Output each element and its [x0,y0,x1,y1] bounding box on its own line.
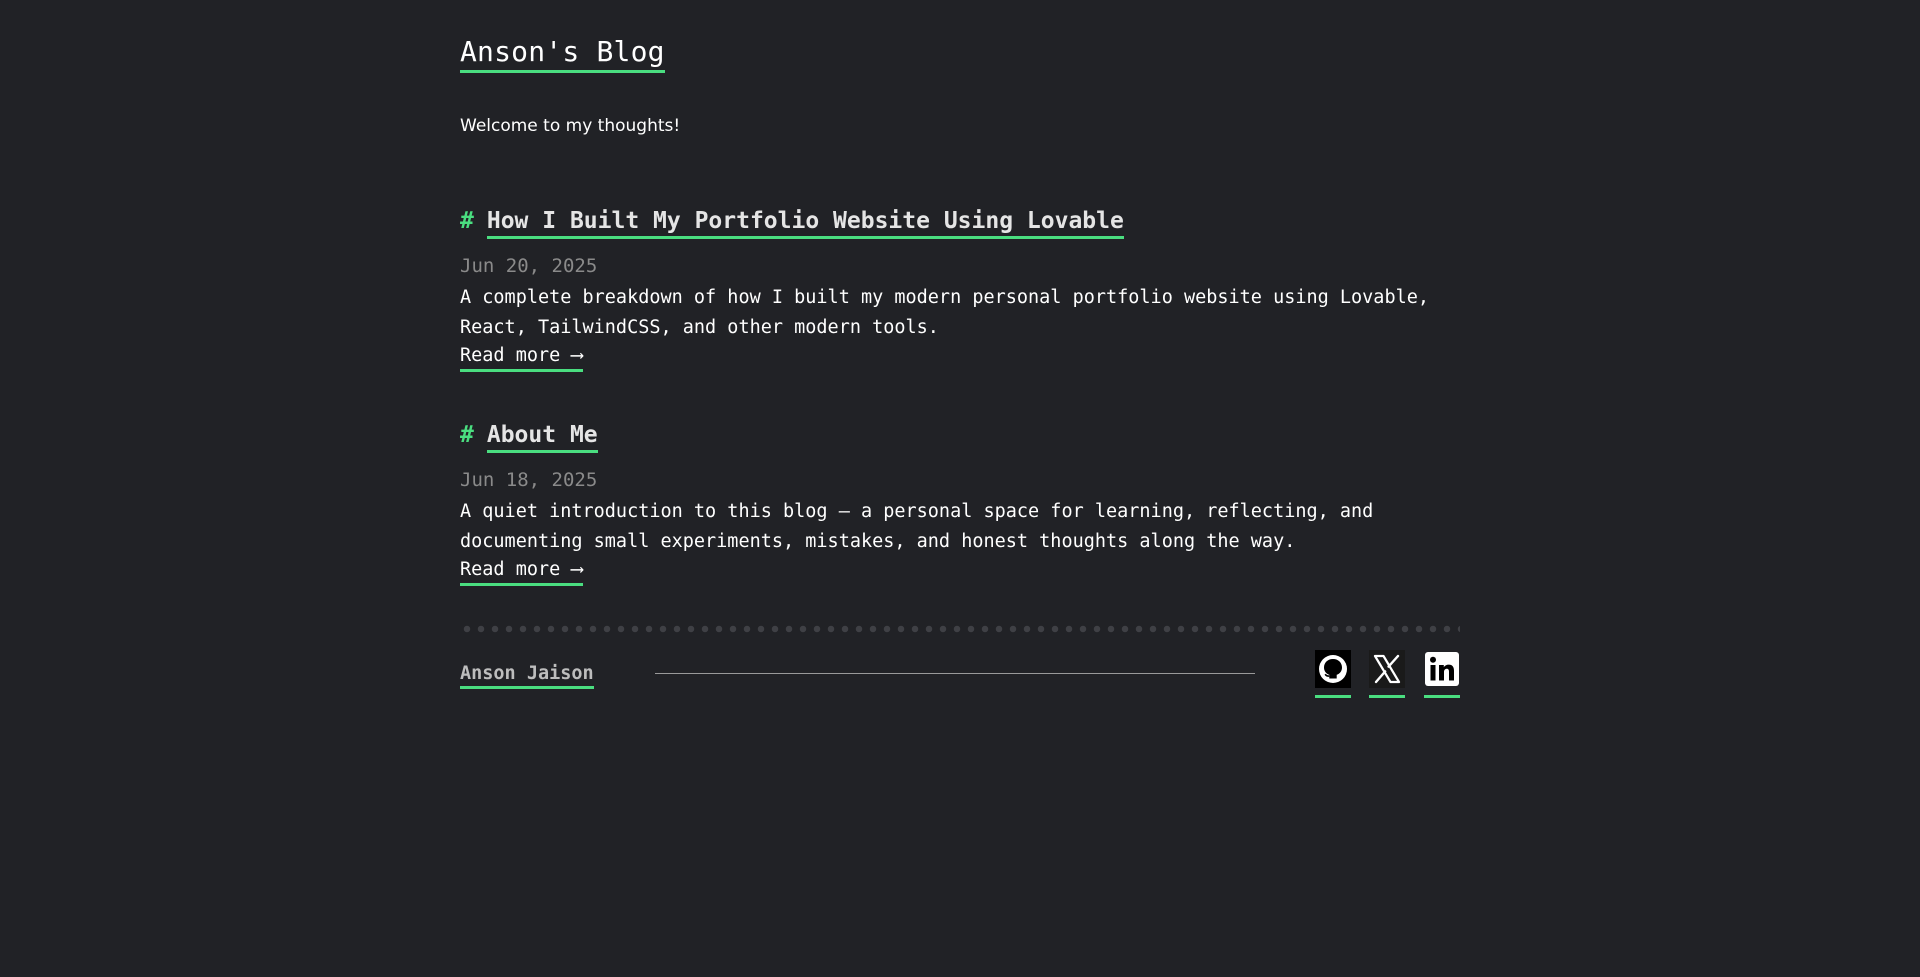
site-title-link[interactable]: Anson's Blog [460,34,665,73]
post-item: # About Me Jun 18, 2025 A quiet introduc… [460,420,1460,586]
dotted-divider [460,625,1460,633]
linkedin-link[interactable] [1424,650,1460,698]
footer-rule [655,673,1255,674]
read-more-link[interactable]: Read more ⟶ [460,557,583,586]
tagline: Welcome to my thoughts! [460,116,681,136]
post-excerpt: A complete breakdown of how I built my m… [460,287,1430,338]
post-date: Jun 18, 2025 [460,469,598,491]
post-title-link[interactable]: About Me [486,420,598,453]
post-title-row: # How I Built My Portfolio Website Using… [460,206,1460,239]
x-link[interactable] [1369,650,1405,698]
github-icon [1315,650,1351,688]
footer-author-link[interactable]: Anson Jaison [460,662,594,689]
post-title-link[interactable]: How I Built My Portfolio Website Using L… [486,206,1124,239]
read-more-link[interactable]: Read more ⟶ [460,343,583,372]
post-item: # How I Built My Portfolio Website Using… [460,206,1460,372]
x-icon [1369,650,1405,688]
post-excerpt: A quiet introduction to this blog — a pe… [460,501,1374,552]
post-date: Jun 20, 2025 [460,255,598,277]
hash-marker: # [460,422,474,448]
github-link[interactable] [1315,650,1351,698]
post-title-row: # About Me [460,420,1460,453]
linkedin-icon [1425,652,1459,686]
hash-marker: # [460,208,474,234]
